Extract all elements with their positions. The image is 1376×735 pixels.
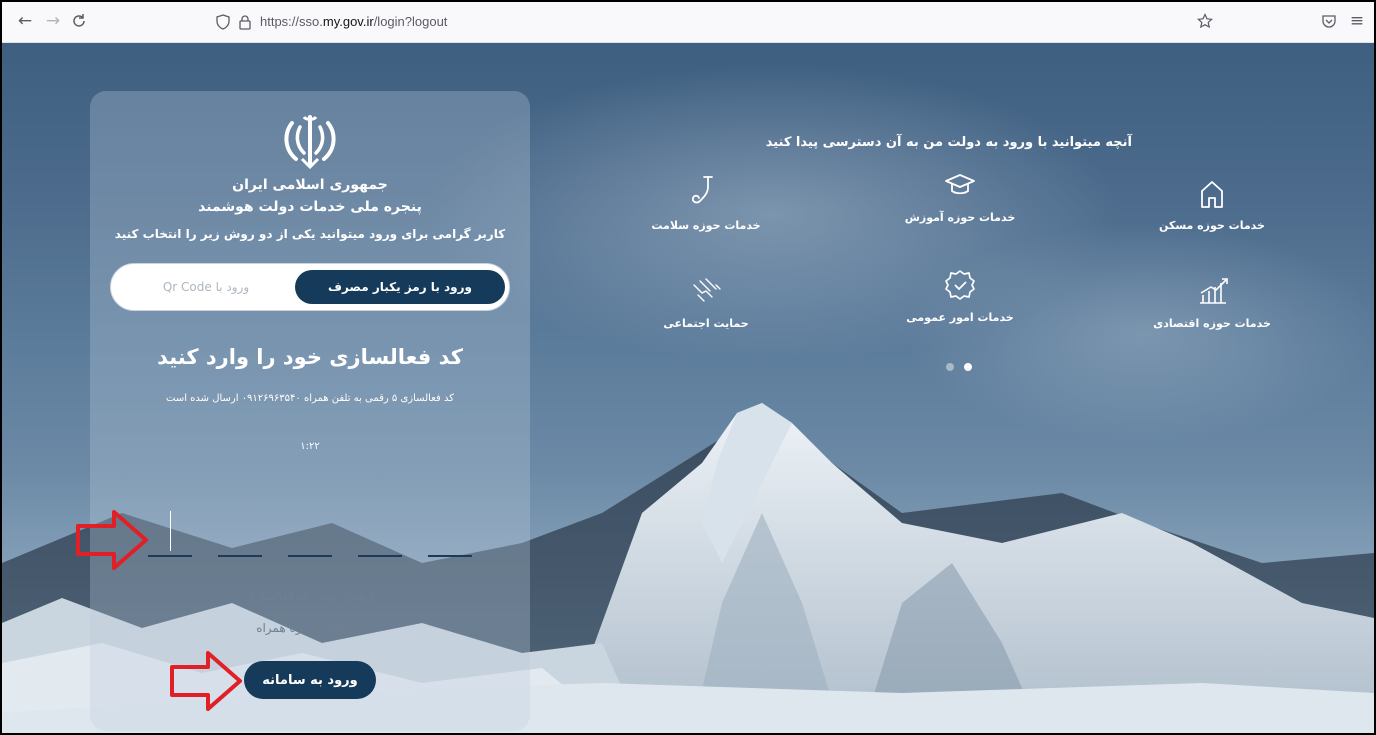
service-label: خدمات حوزه اقتصادی: [1153, 317, 1271, 330]
otp-digit-input[interactable]: [428, 555, 472, 557]
lock-icon[interactable]: [234, 11, 256, 33]
tab-otp-login[interactable]: ورود با رمز یکبار مصرف: [295, 270, 505, 304]
login-instruction: کاربر گرامی برای ورود میتوانید یکی از دو…: [114, 227, 506, 241]
badge-check-icon: [945, 270, 975, 300]
shield-icon[interactable]: [212, 11, 234, 33]
handshake-icon: [693, 278, 721, 302]
otp-digit-input[interactable]: [358, 555, 402, 557]
graduation-cap-icon: [945, 174, 975, 195]
stethoscope-icon: [691, 176, 713, 204]
otp-digit-input[interactable]: [288, 555, 332, 557]
portal-name: پنجره ملی خدمات دولت هوشمند: [198, 199, 422, 215]
page-background: آنچه میتوانید با ورود به دولت من به آن د…: [2, 43, 1374, 733]
service-label: خدمات حوزه مسکن: [1159, 219, 1265, 232]
reload-icon[interactable]: [68, 10, 90, 32]
login-submit-button[interactable]: ورود به سامانه: [244, 661, 376, 699]
service-label: خدمات حوزه آموزش: [904, 211, 1016, 224]
text-cursor: [170, 511, 171, 551]
login-card: جمهوری اسلامی ایران پنجره ملی خدمات دولت…: [90, 91, 530, 731]
code-entry-title: کد فعالسازی خود را وارد کنید: [157, 345, 463, 369]
country-name: جمهوری اسلامی ایران: [232, 177, 388, 193]
service-economy[interactable]: خدمات حوزه اقتصادی: [1132, 271, 1292, 330]
service-label: خدمات امور عمومی: [906, 311, 1014, 324]
chart-growth-icon: [1200, 278, 1228, 304]
login-method-toggle: ورود با رمز یکبار مصرف ورود با Qr Code: [110, 263, 510, 311]
carousel-dot-active[interactable]: [964, 363, 972, 371]
iran-emblem-icon: [284, 115, 336, 170]
url-text[interactable]: https://sso.my.gov.ir/login?logout: [260, 14, 447, 29]
pocket-icon[interactable]: [1318, 10, 1340, 32]
service-label: خدمات حوزه سلامت: [651, 219, 761, 232]
forward-icon[interactable]: →: [42, 10, 64, 32]
countdown-timer: ۱:۲۲: [300, 441, 320, 452]
service-housing[interactable]: خدمات حوزه مسکن: [1132, 173, 1292, 232]
menu-icon[interactable]: ≡: [1346, 10, 1368, 32]
otp-digit-input[interactable]: [148, 555, 192, 557]
service-public-affairs[interactable]: خدمات امور عمومی: [880, 265, 1040, 324]
resend-code-link[interactable]: ارسال مجدد کد فعالسازی: [90, 589, 530, 603]
annotation-arrow-icon: [170, 651, 242, 711]
tab-qr-login[interactable]: ورود با Qr Code: [121, 270, 291, 304]
code-sent-message: کد فعالسازی ۵ رقمی به تلفن همراه ۰۹۱۲۶۹۶…: [166, 393, 454, 404]
home-icon: [1201, 181, 1223, 208]
otp-digit-input[interactable]: [218, 555, 262, 557]
back-icon[interactable]: ←: [14, 10, 36, 32]
address-bar[interactable]: https://sso.my.gov.ir/login?logout: [202, 8, 1202, 36]
edit-phone-link[interactable]: ویرایش شماره همراه: [90, 621, 530, 635]
annotation-arrow-icon: [76, 510, 148, 570]
browser-toolbar: ← → https://sso.my.gov.ir/login?logout ≡: [2, 2, 1374, 43]
service-label: حمایت اجتماعی: [663, 317, 749, 330]
service-education[interactable]: خدمات حوزه آموزش: [880, 165, 1040, 224]
service-social-support[interactable]: حمایت اجتماعی: [626, 271, 786, 330]
browser-window: ← → https://sso.my.gov.ir/login?logout ≡: [0, 0, 1376, 735]
service-health[interactable]: خدمات حوزه سلامت: [626, 173, 786, 232]
carousel-dot[interactable]: [946, 363, 954, 371]
services-heading: آنچه میتوانید با ورود به دولت من به آن د…: [765, 135, 1132, 150]
star-icon[interactable]: [1194, 10, 1216, 32]
